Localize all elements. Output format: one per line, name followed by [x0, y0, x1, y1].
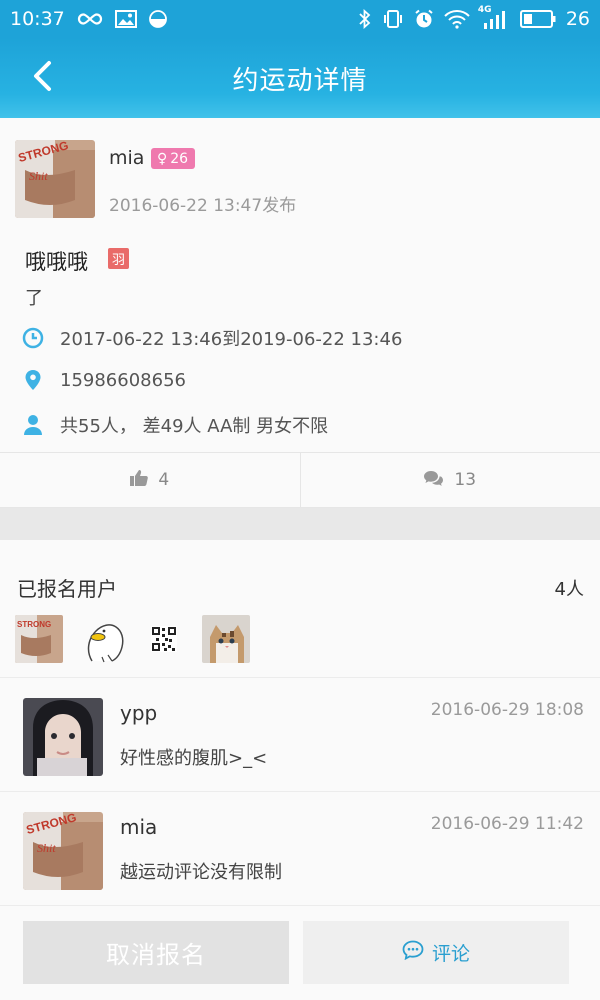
comment-text: 越运动评论没有限制 [120, 862, 282, 883]
sport-tag: 羽 [108, 248, 129, 269]
action-bar: 4 13 [0, 452, 600, 508]
event-title: 哦哦哦 [25, 250, 88, 274]
event-people-info: 共55人， 差49人 AA制 男女不限 [60, 416, 329, 437]
signed-up-label: 已报名用户 [17, 577, 117, 601]
signed-up-avatar-duck[interactable] [78, 615, 130, 663]
svg-text:Shit: Shit [29, 169, 48, 183]
svg-text:Shit: Shit [37, 841, 56, 855]
comment-button[interactable]: 评论 [303, 921, 569, 984]
vibrate-icon [382, 9, 404, 29]
comment-time: 2016-06-29 18:08 [430, 700, 584, 720]
thumbs-up-icon [130, 469, 149, 491]
event-time-row: 2017-06-22 13:46到2019-06-22 13:46 [22, 325, 402, 351]
battery-icon [519, 10, 556, 28]
event-card: STRONG Shit mia ♀ 26 2016-06-22 13:47发布 … [0, 118, 600, 508]
page-title: 约运动详情 [232, 65, 368, 96]
clock-icon [22, 327, 44, 349]
signed-up-count: 4人 [554, 579, 584, 600]
female-icon: ♀ [157, 150, 168, 167]
alarm-icon [414, 9, 434, 29]
event-description: 了 [25, 288, 43, 309]
signed-up-avatar-qrcode[interactable] [140, 615, 188, 663]
event-phone-row: 15986608656 [22, 369, 186, 391]
nav-bar: 约运动详情 [0, 38, 600, 118]
comment-time: 2016-06-29 11:42 [430, 814, 584, 834]
comments-count-button[interactable]: 13 [299, 453, 600, 507]
signal-icon: 4G [478, 5, 510, 29]
commenter-avatar[interactable]: STRONG Shit [23, 812, 103, 890]
infinity-icon [77, 11, 103, 27]
comment-text: 好性感的腹肌>_< [120, 748, 268, 769]
status-time: 10:37 [10, 8, 65, 30]
event-phone[interactable]: 15986608656 [60, 370, 186, 391]
comment-count: 13 [454, 470, 477, 490]
section-divider [0, 508, 600, 540]
commenter-name[interactable]: ypp [120, 701, 157, 725]
like-button[interactable]: 4 [0, 453, 300, 507]
bottom-bar: 取消报名 评论 [0, 906, 600, 1000]
poster-avatar[interactable]: STRONG Shit [15, 140, 95, 218]
comment-item: ypp 2016-06-29 18:08 好性感的腹肌>_< [0, 678, 600, 792]
image-icon [114, 10, 137, 28]
chat-bubble-icon [402, 940, 424, 965]
poster-name[interactable]: mia [109, 147, 144, 169]
cancel-signup-button[interactable]: 取消报名 [23, 921, 289, 984]
half-circle-icon [148, 10, 167, 28]
signed-up-users-section: 已报名用户 4人 STRONG [0, 540, 600, 678]
poster-age: 26 [170, 150, 189, 167]
commenter-name[interactable]: mia [120, 815, 157, 839]
commenter-avatar[interactable] [23, 698, 103, 776]
back-button[interactable] [22, 58, 62, 98]
person-icon [22, 414, 44, 436]
network-type: 4G [477, 5, 492, 15]
chat-bubbles-icon [424, 470, 444, 491]
chevron-left-icon [31, 60, 53, 96]
wifi-icon [444, 9, 470, 29]
comment-item: STRONG Shit mia 2016-06-29 11:42 越运动评论没有限… [0, 792, 600, 906]
gender-age-badge: ♀ 26 [151, 148, 196, 169]
signed-up-avatar-mia[interactable]: STRONG [15, 615, 63, 663]
bluetooth-icon [358, 9, 372, 29]
comment-button-label: 评论 [431, 943, 470, 965]
location-pin-icon [22, 369, 44, 391]
signed-up-avatar-cat[interactable] [202, 615, 250, 663]
posted-time: 2016-06-22 13:47发布 [109, 196, 297, 216]
event-time-range: 2017-06-22 13:46到2019-06-22 13:46 [60, 329, 403, 350]
event-people-row: 共55人， 差49人 AA制 男女不限 [22, 412, 328, 438]
like-count: 4 [158, 470, 170, 490]
svg-text:STRONG: STRONG [17, 620, 51, 629]
status-bar: 10:37 4G 26 [0, 0, 600, 38]
battery-level: 26 [565, 8, 590, 30]
